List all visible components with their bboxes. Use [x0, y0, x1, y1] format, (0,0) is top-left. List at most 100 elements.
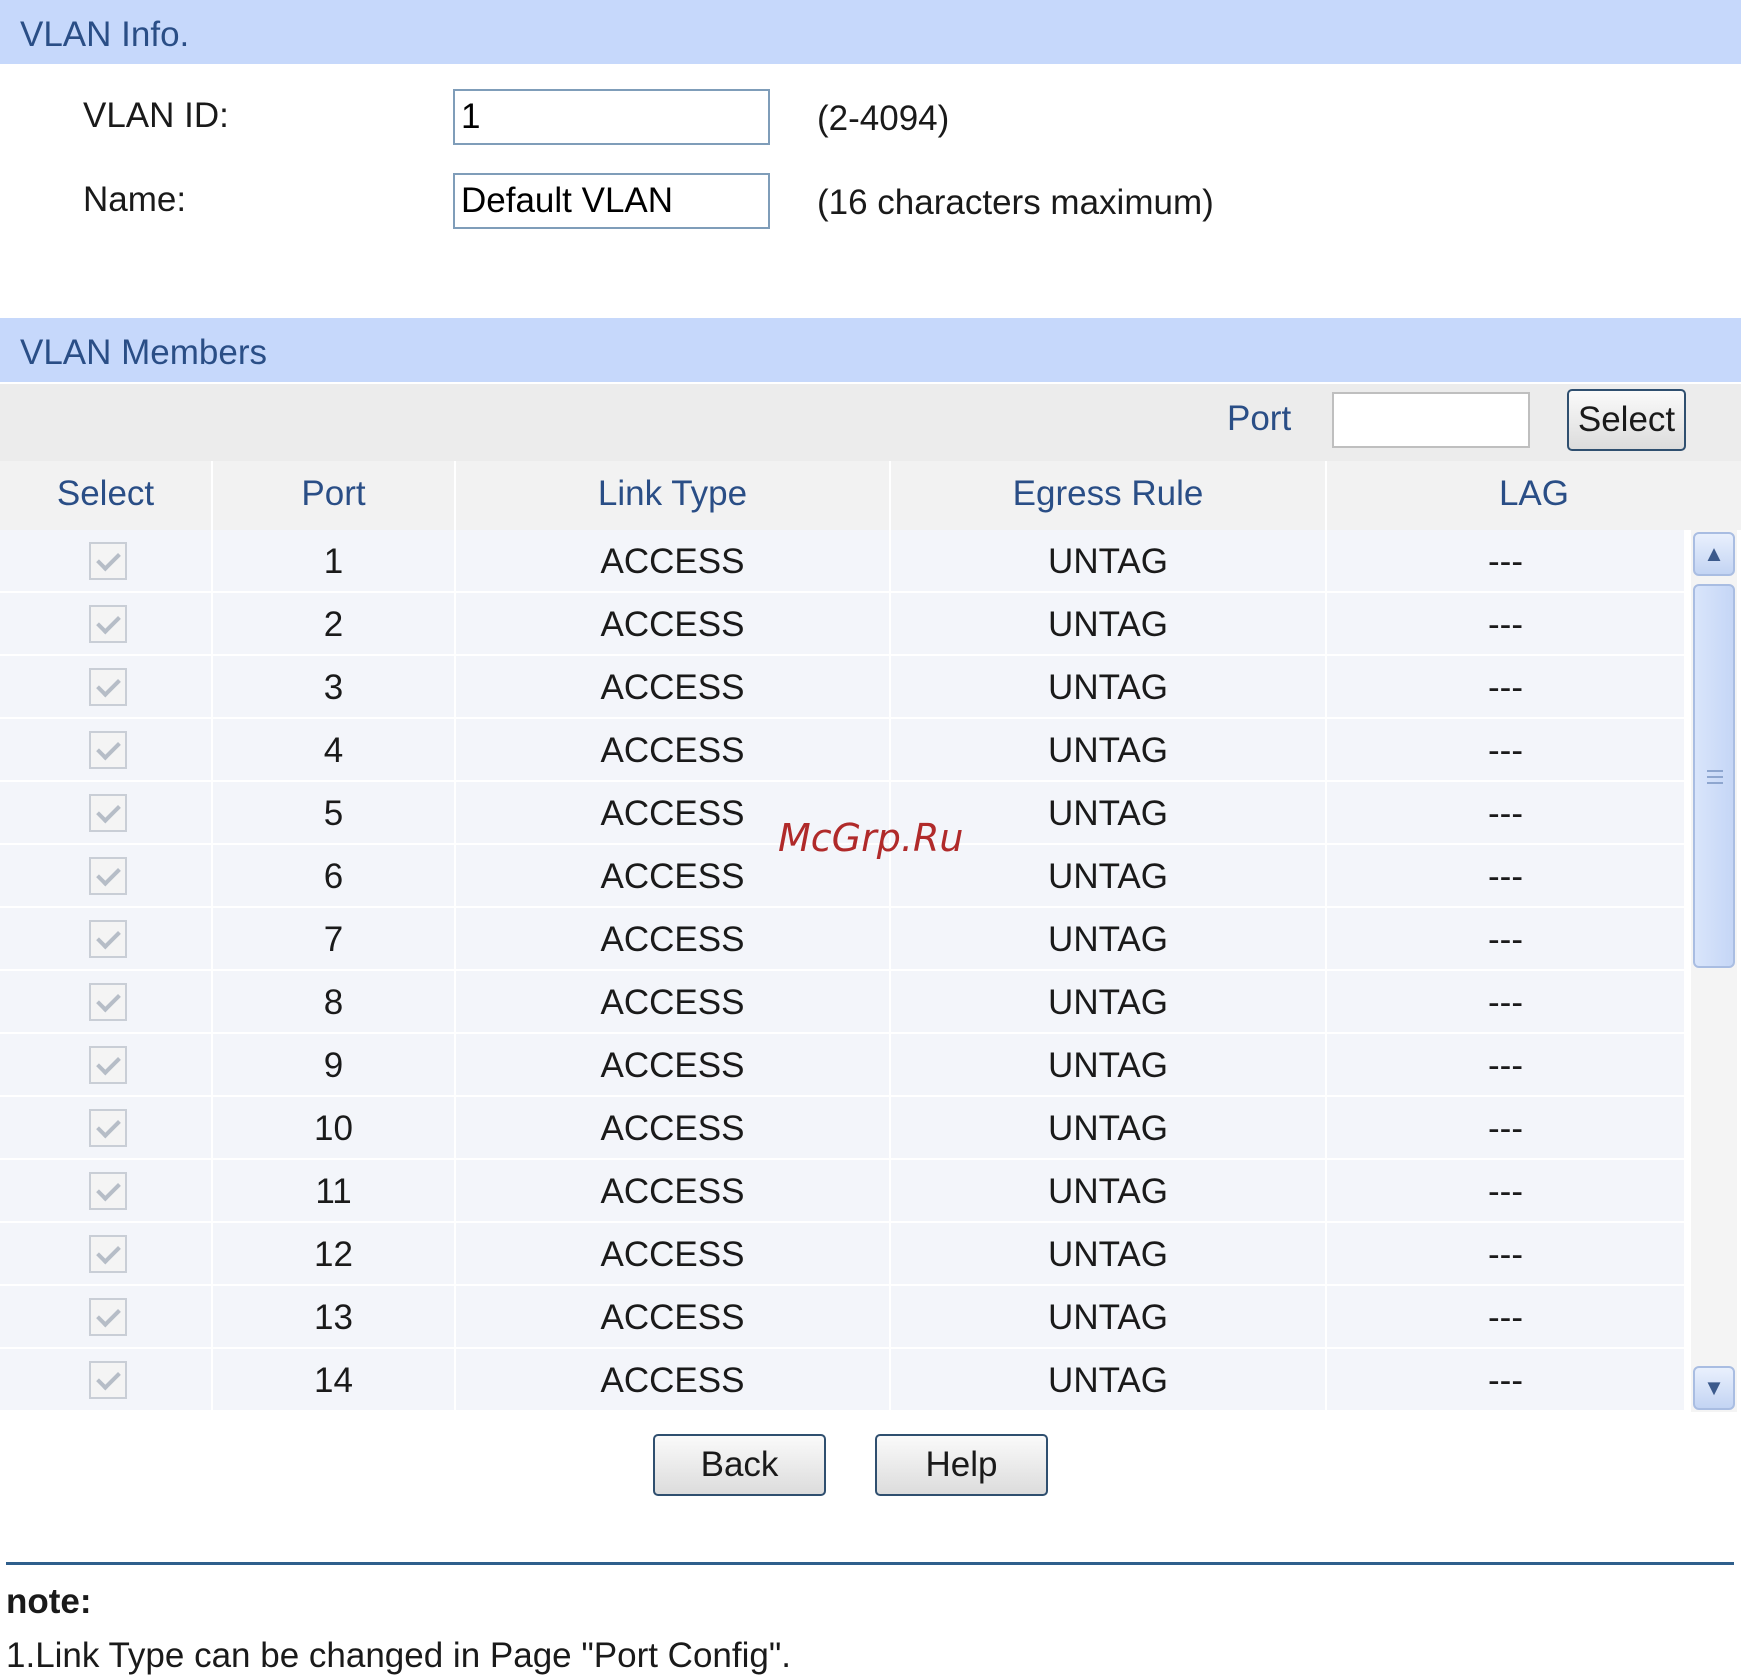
divider	[6, 1562, 1734, 1565]
lag-cell: ---	[1327, 1097, 1686, 1158]
member-checkbox[interactable]	[89, 668, 127, 706]
table-row: 10 ACCESS UNTAG ---	[0, 1097, 1686, 1160]
port-cell: 9	[213, 1034, 456, 1095]
egress-rule-cell: UNTAG	[891, 593, 1327, 654]
column-header-port: Port	[213, 461, 456, 530]
table-row: 7 ACCESS UNTAG ---	[0, 908, 1686, 971]
member-checkbox[interactable]	[89, 605, 127, 643]
name-label: Name:	[83, 180, 187, 219]
select-button[interactable]: Select	[1567, 389, 1686, 451]
table-scrollbar[interactable]: ▲ ▼	[1691, 530, 1737, 1412]
name-input[interactable]	[453, 173, 770, 229]
member-checkbox[interactable]	[89, 1235, 127, 1273]
port-cell: 5	[213, 782, 456, 843]
select-cell	[0, 1286, 213, 1347]
table-row: 13 ACCESS UNTAG ---	[0, 1286, 1686, 1349]
egress-rule-cell: UNTAG	[891, 1286, 1327, 1347]
select-cell	[0, 530, 213, 591]
table-row: 3 ACCESS UNTAG ---	[0, 656, 1686, 719]
help-button[interactable]: Help	[875, 1434, 1048, 1496]
vlan-id-input[interactable]	[453, 89, 770, 145]
watermark: McGrp.Ru	[778, 816, 964, 860]
lag-cell: ---	[1327, 1034, 1686, 1095]
grip-line	[1707, 782, 1723, 784]
port-cell: 14	[213, 1349, 456, 1410]
select-cell	[0, 656, 213, 717]
table-row: 9 ACCESS UNTAG ---	[0, 1034, 1686, 1097]
member-checkbox[interactable]	[89, 983, 127, 1021]
column-header-egress-rule: Egress Rule	[891, 461, 1327, 530]
member-checkbox[interactable]	[89, 1172, 127, 1210]
link-type-cell: ACCESS	[456, 530, 891, 591]
member-checkbox[interactable]	[89, 1109, 127, 1147]
link-type-cell: ACCESS	[456, 1349, 891, 1410]
link-type-cell: ACCESS	[456, 719, 891, 780]
egress-rule-cell: UNTAG	[891, 1097, 1327, 1158]
egress-rule-cell: UNTAG	[891, 719, 1327, 780]
port-cell: 7	[213, 908, 456, 969]
select-cell	[0, 782, 213, 843]
vlan-id-label: VLAN ID:	[83, 96, 229, 135]
egress-rule-cell: UNTAG	[891, 530, 1327, 591]
port-cell: 10	[213, 1097, 456, 1158]
table-row: 4 ACCESS UNTAG ---	[0, 719, 1686, 782]
port-cell: 4	[213, 719, 456, 780]
grip-line	[1707, 770, 1723, 772]
select-cell	[0, 1349, 213, 1410]
lag-cell: ---	[1327, 593, 1686, 654]
table-row: 14 ACCESS UNTAG ---	[0, 1349, 1686, 1412]
port-filter-bar: Port Select	[0, 384, 1741, 461]
member-checkbox[interactable]	[89, 920, 127, 958]
table-row: 2 ACCESS UNTAG ---	[0, 593, 1686, 656]
egress-rule-cell: UNTAG	[891, 971, 1327, 1032]
egress-rule-cell: UNTAG	[891, 1034, 1327, 1095]
select-cell	[0, 719, 213, 780]
member-checkbox[interactable]	[89, 1046, 127, 1084]
grip-line	[1707, 776, 1723, 778]
link-type-cell: ACCESS	[456, 1160, 891, 1221]
egress-rule-cell: UNTAG	[891, 1160, 1327, 1221]
column-header-link-type: Link Type	[456, 461, 891, 530]
member-checkbox[interactable]	[89, 794, 127, 832]
lag-cell: ---	[1327, 782, 1686, 843]
link-type-cell: ACCESS	[456, 656, 891, 717]
vlan-info-header: VLAN Info.	[0, 0, 1741, 64]
port-filter-input[interactable]	[1332, 392, 1530, 448]
vlan-id-hint: (2-4094)	[817, 99, 950, 138]
table-row: 8 ACCESS UNTAG ---	[0, 971, 1686, 1034]
members-table-body: 1 ACCESS UNTAG --- 2 ACCESS UNTAG --- 3 ACCESS UNT…	[0, 530, 1686, 1412]
select-cell	[0, 845, 213, 906]
egress-rule-cell: UNTAG	[891, 908, 1327, 969]
lag-cell: ---	[1327, 1223, 1686, 1284]
note-title: note:	[6, 1582, 92, 1621]
port-cell: 12	[213, 1223, 456, 1284]
egress-rule-cell: UNTAG	[891, 1349, 1327, 1410]
member-checkbox[interactable]	[89, 1298, 127, 1336]
link-type-cell: ACCESS	[456, 971, 891, 1032]
column-header-select: Select	[0, 461, 213, 530]
port-cell: 1	[213, 530, 456, 591]
table-row: 1 ACCESS UNTAG ---	[0, 530, 1686, 593]
port-cell: 2	[213, 593, 456, 654]
lag-cell: ---	[1327, 530, 1686, 591]
lag-cell: ---	[1327, 1349, 1686, 1410]
chevron-up-icon[interactable]: ▲	[1693, 532, 1735, 576]
select-cell	[0, 971, 213, 1032]
scrollbar-thumb[interactable]	[1693, 584, 1735, 968]
lag-cell: ---	[1327, 971, 1686, 1032]
lag-cell: ---	[1327, 845, 1686, 906]
select-cell	[0, 1034, 213, 1095]
member-checkbox[interactable]	[89, 1361, 127, 1399]
back-button[interactable]: Back	[653, 1434, 826, 1496]
link-type-cell: ACCESS	[456, 1223, 891, 1284]
link-type-cell: ACCESS	[456, 1286, 891, 1347]
member-checkbox[interactable]	[89, 857, 127, 895]
member-checkbox[interactable]	[89, 731, 127, 769]
select-cell	[0, 1160, 213, 1221]
egress-rule-cell: UNTAG	[891, 1223, 1327, 1284]
vlan-members-header: VLAN Members	[0, 318, 1741, 382]
lag-cell: ---	[1327, 1160, 1686, 1221]
select-cell	[0, 1223, 213, 1284]
member-checkbox[interactable]	[89, 542, 127, 580]
chevron-down-icon[interactable]: ▼	[1693, 1366, 1735, 1410]
